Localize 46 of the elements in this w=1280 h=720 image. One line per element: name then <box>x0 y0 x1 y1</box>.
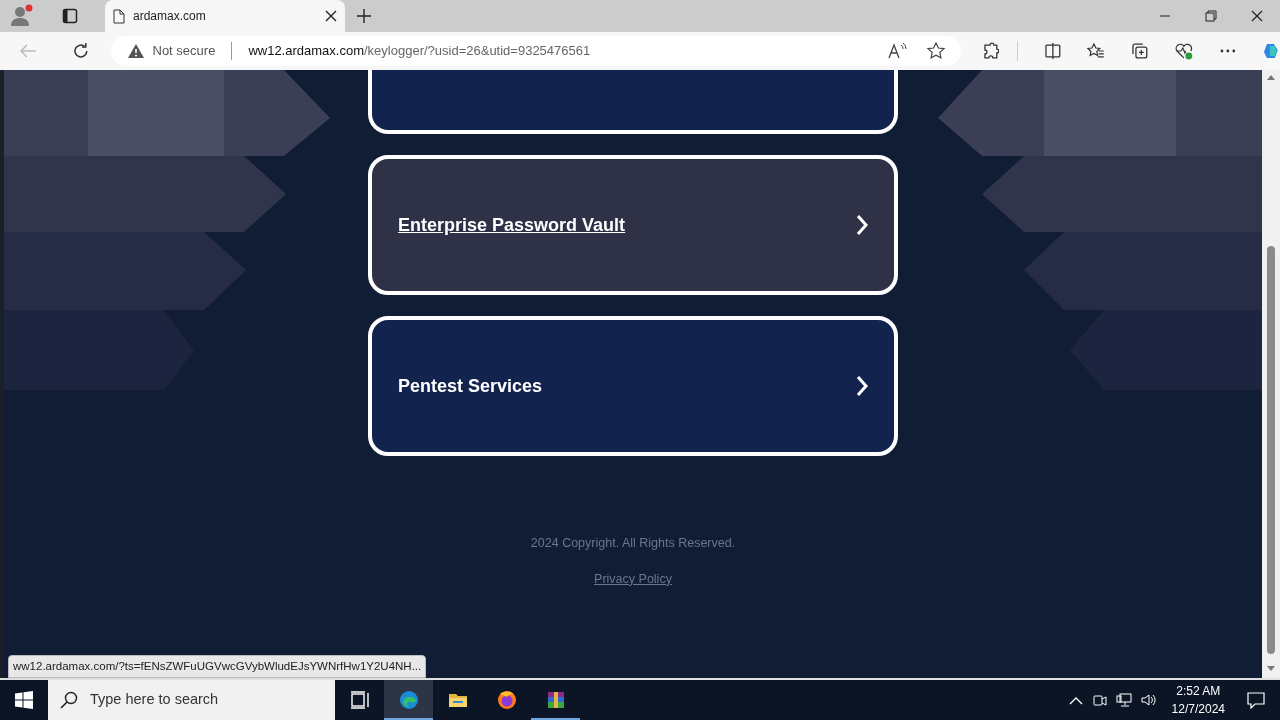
scroll-up-icon[interactable] <box>1267 74 1275 80</box>
collections-icon[interactable] <box>1131 42 1149 60</box>
notifications-icon[interactable] <box>1247 691 1265 709</box>
page-icon <box>113 8 125 24</box>
copyright-text: 2024 Copyright. All Rights Reserved. <box>530 535 736 552</box>
network-icon[interactable] <box>1115 692 1132 708</box>
link-card[interactable]: Enterprise Password Vault <box>368 155 898 295</box>
firefox-icon <box>496 690 517 710</box>
read-aloud-icon[interactable] <box>886 42 907 60</box>
chevron-right-icon <box>856 214 868 236</box>
security-label[interactable]: Not secure <box>152 41 216 61</box>
url-text: ww12.ardamax.com/keylogger/?usid=26&utid=9325476561 <box>248 42 592 61</box>
restore-icon[interactable] <box>1205 10 1217 22</box>
scrollbar[interactable] <box>1262 70 1280 678</box>
windows-start-icon[interactable] <box>15 691 33 709</box>
volume-icon[interactable] <box>1139 692 1156 708</box>
chevron-right-icon <box>856 375 868 397</box>
task-view-icon <box>349 690 370 710</box>
edge-icon <box>398 690 419 710</box>
copilot-icon[interactable] <box>1262 42 1280 60</box>
link-card[interactable]: Pentest Services <box>368 316 898 456</box>
favorites-icon[interactable] <box>1087 42 1105 60</box>
scrollbar-thumb[interactable] <box>1267 246 1275 654</box>
archive-icon <box>545 690 566 710</box>
new-tab-icon[interactable] <box>357 9 371 23</box>
camera-icon[interactable] <box>1091 692 1108 708</box>
split-screen-icon[interactable] <box>1043 42 1062 60</box>
refresh-icon[interactable] <box>71 42 90 60</box>
close-icon[interactable] <box>1251 10 1263 22</box>
status-url-tooltip: ww12.ardamax.com/?ts=fENsZWFuUGVwcGVybWludEJsYWNrfHw1Y2U4NH... <box>8 654 427 678</box>
close-icon[interactable] <box>325 10 337 22</box>
tab-title: ardamax.com <box>133 8 207 25</box>
taskbar-app[interactable] <box>384 680 433 720</box>
taskbar-search-field[interactable]: Type here to search <box>48 680 335 720</box>
address-bar[interactable]: Not secure ww12.ardamax.com/keylogger/?usid=26&utid=9325476561 <box>110 36 961 66</box>
star-icon[interactable] <box>926 42 945 60</box>
clock[interactable]: 2:52 AM 12/7/2024 <box>1171 682 1225 718</box>
privacy-policy-link[interactable]: Privacy Policy <box>594 569 672 589</box>
health-icon[interactable] <box>1174 42 1193 60</box>
browser-tab[interactable]: ardamax.com <box>105 0 345 32</box>
profile-icon[interactable] <box>10 4 34 28</box>
warning-icon <box>126 43 145 59</box>
search-icon <box>60 691 78 709</box>
scroll-down-icon[interactable] <box>1267 666 1275 672</box>
tab-actions-icon[interactable] <box>62 8 78 24</box>
link-card[interactable] <box>368 70 898 134</box>
